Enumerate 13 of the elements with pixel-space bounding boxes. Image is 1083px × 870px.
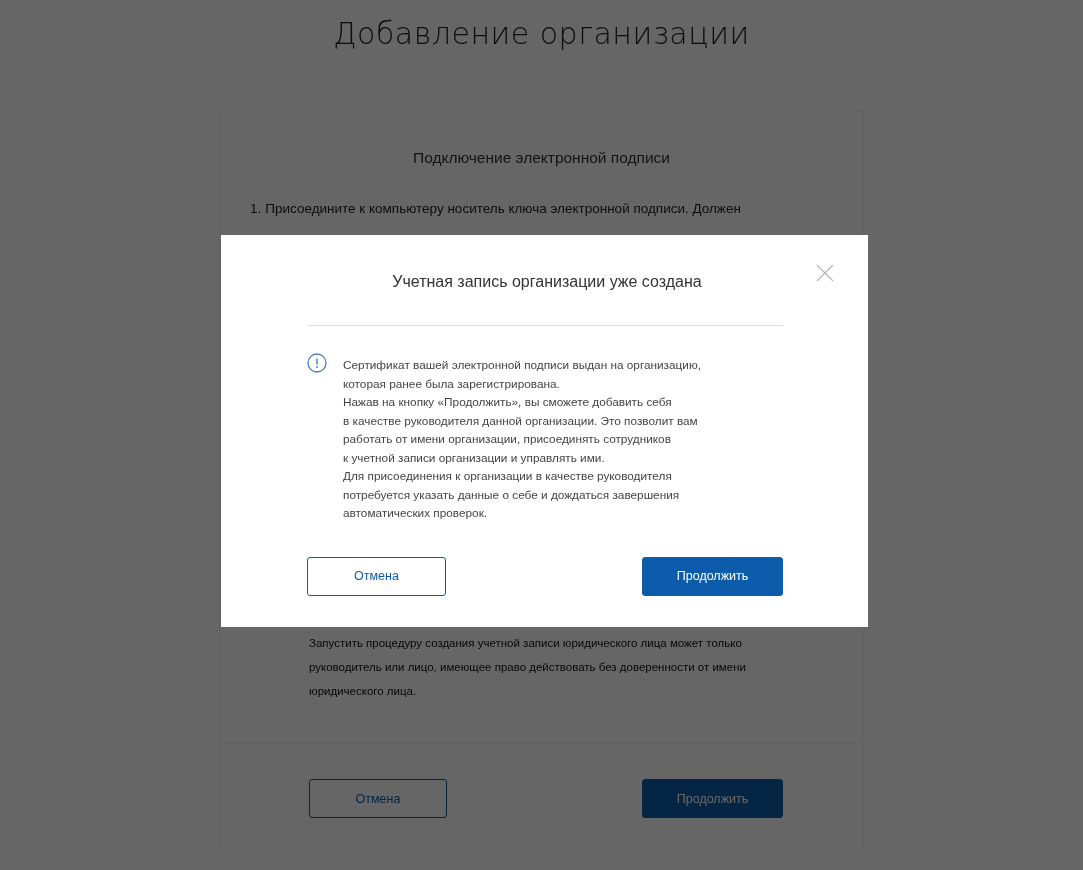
section-heading: Подключение электронной подписи — [412, 149, 671, 167]
message-text: Нажав на кнопку «Продолжить», вы сможете добавить себя в качестве руководителя данной организации. Это позволит вам работать от имени организации, присоединять сотрудников к учетной записи организации и управлять ими. — [343, 394, 699, 467]
continue-button[interactable]: Продолжить — [642, 556, 783, 596]
step-number: 1. — [250, 200, 262, 218]
dialog-title: Учетная запись организации уже создана — [391, 273, 703, 291]
page-title: Добавление организации — [333, 16, 750, 53]
message-text: Для присоединения к организации в качестве руководителя потребуется указать данные о себе и дождаться завершения автоматических проверок. — [343, 468, 681, 522]
warning-icon — [307, 353, 327, 373]
message-text: Сертификат вашей электронной подписи выдан на организацию, которая ранее была зарегистрирована. — [343, 357, 702, 393]
cancel-button[interactable]: Отмена — [307, 556, 446, 596]
close-icon[interactable] — [816, 264, 834, 282]
step-text: Присоедините к компьютеру носитель ключа электронной подписи. Должен — [265, 200, 741, 218]
note-text: Запустить процедуру создания учетной записи юридического лица может только руководитель или лицо, имеющее право действовать без доверенности от имени юридического лица. — [309, 636, 747, 699]
